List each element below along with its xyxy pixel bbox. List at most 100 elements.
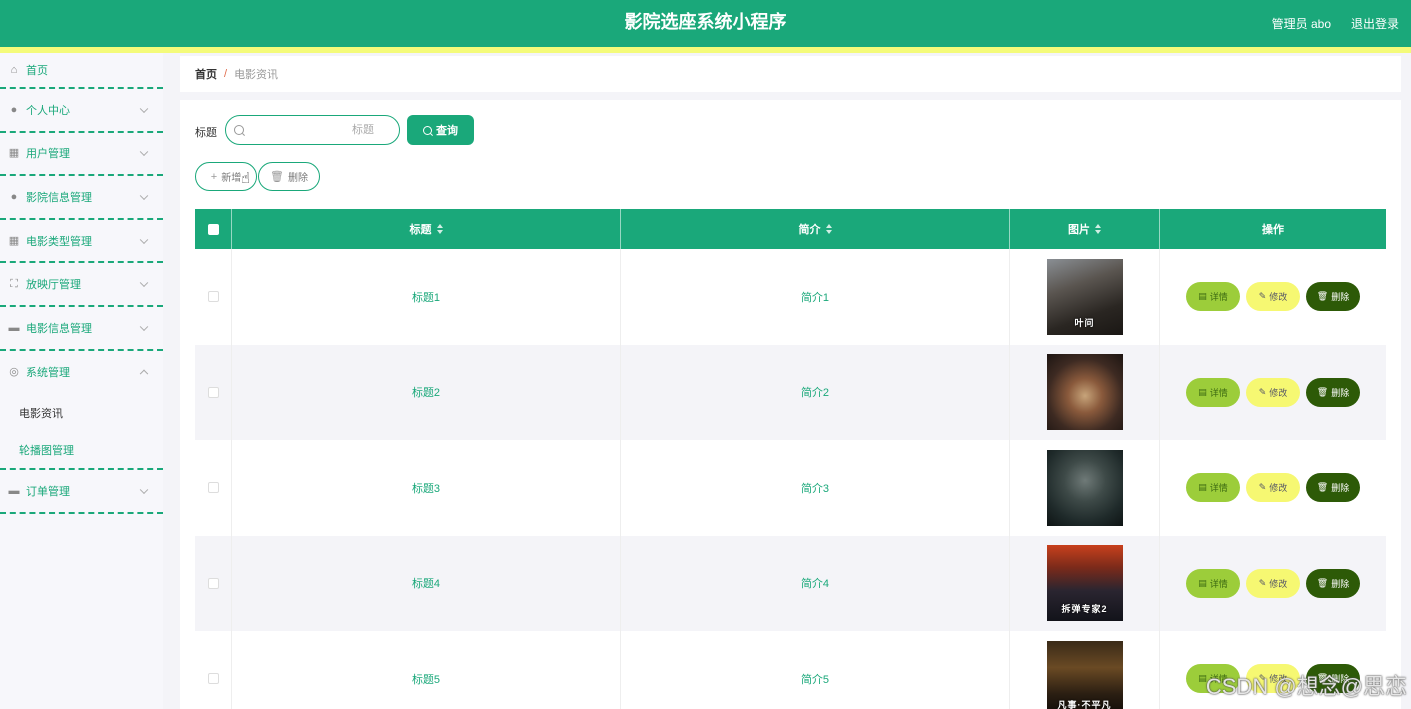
sidebar-item-home[interactable]: ⌂ 首页 xyxy=(0,53,163,89)
sort-icon xyxy=(1095,224,1101,234)
header-label: 图片 xyxy=(1068,224,1090,236)
row-delete-button-label: 删除 xyxy=(1331,387,1350,398)
title-cell: 标题1 xyxy=(232,249,621,345)
header-select-all xyxy=(195,209,232,249)
image-cell xyxy=(1010,440,1160,536)
row-checkbox[interactable] xyxy=(207,291,219,303)
edit-button[interactable]: ✎ 修改 xyxy=(1246,568,1300,598)
detail-button[interactable]: ▤ 详情 xyxy=(1186,282,1240,312)
doc-icon: ▤ xyxy=(1198,577,1207,588)
sidebar-item-profile[interactable]: ● 个人中心 xyxy=(0,89,163,133)
poster-text: 凡事·不平凡 xyxy=(1057,699,1112,709)
row-delete-button[interactable]: 🗑 删除 xyxy=(1306,282,1360,312)
sort-icon xyxy=(825,224,832,234)
doc-icon: ▤ xyxy=(1198,291,1207,302)
movie-poster-image: 叶问 xyxy=(1046,258,1123,335)
sidebar-item-orders[interactable]: ▬ 订单管理 xyxy=(0,470,163,514)
sidebar-item-label: 用户管理 xyxy=(26,148,70,161)
edit-button-label: 修改 xyxy=(1269,578,1288,589)
plus-icon: + xyxy=(210,170,218,183)
row-checkbox-cell xyxy=(195,440,232,536)
query-button[interactable]: 查询 xyxy=(407,115,474,145)
sidebar-item-users[interactable]: ▦ 用户管理 xyxy=(0,133,163,177)
edit-icon: ✎ xyxy=(1258,386,1267,397)
chevron-down-icon xyxy=(139,104,149,113)
chevron-down-icon xyxy=(139,278,149,288)
sidebar-item-genres[interactable]: ▦ 电影类型管理 xyxy=(0,220,163,264)
breadcrumb-current: 电影资讯 xyxy=(234,69,279,81)
row-delete-button[interactable]: 🗑 删除 xyxy=(1306,377,1360,407)
submenu-item-news[interactable]: 电影资讯 xyxy=(0,394,163,432)
sidebar-item-label: 订单管理 xyxy=(26,485,70,498)
detail-button[interactable]: ▤ 详情 xyxy=(1186,377,1240,407)
header-label: 标题 xyxy=(409,224,432,236)
movie-poster-image: 凡事·不平凡 xyxy=(1046,640,1123,709)
logout-link[interactable]: 退出登录 xyxy=(1351,15,1399,32)
row-delete-button-label: 删除 xyxy=(1331,292,1350,303)
user-icon: ● xyxy=(10,103,18,116)
sidebar-item-movies[interactable]: ▬ 电影信息管理 xyxy=(0,307,163,351)
row-delete-button-label: 删除 xyxy=(1331,578,1350,589)
header-intro[interactable]: 简介 xyxy=(621,209,1010,249)
search-input[interactable] xyxy=(248,120,394,140)
detail-button[interactable]: ▤ 详情 xyxy=(1186,473,1240,503)
row-checkbox-cell xyxy=(195,344,232,440)
doc-icon: ▤ xyxy=(1198,482,1207,493)
row-checkbox[interactable] xyxy=(207,482,219,494)
edit-button[interactable]: ✎ 修改 xyxy=(1246,282,1300,312)
search-icon xyxy=(423,125,432,135)
table-row: 标题4 简介4 拆弹专家2 ▤ 详情 ✎ 修改 🗑 删除 xyxy=(195,535,1386,632)
actions-cell: ▤ 详情 ✎ 修改 🗑 删除 xyxy=(1160,345,1386,441)
header-title[interactable]: 标题 xyxy=(232,209,621,249)
sidebar-item-label: 系统管理 xyxy=(26,367,70,380)
intro-cell: 简介5 xyxy=(621,631,1010,709)
sidebar: ⌂ 首页 ● 个人中心 ▦ 用户管理 ● 影院信息管理 ▦ 电影类型管理 ⛶ 放… xyxy=(0,53,163,709)
query-button-label: 查询 xyxy=(436,125,458,137)
search-field[interactable] xyxy=(225,115,400,145)
row-delete-button[interactable]: 🗑 删除 xyxy=(1306,473,1360,503)
edit-icon: ✎ xyxy=(1258,577,1267,588)
user-icon: ● xyxy=(10,190,18,203)
row-checkbox[interactable] xyxy=(207,386,219,398)
actions-cell: ▤ 详情 ✎ 修改 🗑 删除 xyxy=(1160,536,1386,632)
poster-text: 叶问 xyxy=(1074,317,1095,328)
main-panel: 标题 查询 + 新增 🗑 删除 ☝ 标题 简介 图片 xyxy=(180,100,1401,709)
header-image[interactable]: 图片 xyxy=(1010,209,1160,249)
detail-button-label: 详情 xyxy=(1209,578,1228,589)
frame-icon: ⛶ xyxy=(10,278,18,291)
submenu-item-label: 轮播图管理 xyxy=(19,445,74,458)
submenu-item-label: 电影资讯 xyxy=(19,408,63,421)
intro-cell: 简介1 xyxy=(621,249,1010,345)
sidebar-item-label: 电影类型管理 xyxy=(26,235,92,248)
row-checkbox[interactable] xyxy=(207,577,219,589)
title-cell: 标题3 xyxy=(232,440,621,536)
briefcase-icon: ▬ xyxy=(8,484,20,497)
sidebar-item-label: 影院信息管理 xyxy=(26,191,92,204)
sidebar-item-halls[interactable]: ⛶ 放映厅管理 xyxy=(0,263,163,307)
row-delete-button[interactable]: 🗑 删除 xyxy=(1306,568,1360,598)
chevron-down-icon xyxy=(139,147,149,157)
edit-button[interactable]: ✎ 修改 xyxy=(1246,377,1300,407)
breadcrumb-home[interactable]: 首页 xyxy=(195,66,217,82)
trash-icon: 🗑 xyxy=(1316,386,1329,397)
detail-button-label: 详情 xyxy=(1209,292,1228,303)
select-all-checkbox[interactable] xyxy=(207,223,219,235)
doc-icon: ▤ xyxy=(1198,386,1207,397)
detail-button[interactable]: ▤ 详情 xyxy=(1186,568,1240,598)
submenu-item-carousel[interactable]: 轮播图管理 xyxy=(0,432,163,471)
edit-button-label: 修改 xyxy=(1269,292,1288,303)
sidebar-item-label: 电影信息管理 xyxy=(26,322,92,335)
table-row: 标题1 简介1 叶问 ▤ 详情 ✎ 修改 🗑 删除 xyxy=(195,249,1386,345)
row-checkbox[interactable] xyxy=(207,673,219,685)
sidebar-item-cinemas[interactable]: ● 影院信息管理 xyxy=(0,176,163,220)
actions-cell: ▤ 详情 ✎ 修改 🗑 删除 xyxy=(1160,440,1386,536)
detail-button-label: 详情 xyxy=(1209,387,1228,398)
delete-button[interactable]: 🗑 删除 xyxy=(258,162,320,191)
breadcrumb-separator: / xyxy=(224,68,228,80)
edit-button[interactable]: ✎ 修改 xyxy=(1246,473,1300,503)
header-label: 操作 xyxy=(1262,224,1284,236)
chart-icon: ▦ xyxy=(8,147,20,160)
sidebar-item-system[interactable]: ◎ 系统管理 xyxy=(0,351,163,395)
sidebar-item-label: 个人中心 xyxy=(26,104,70,117)
edit-icon: ✎ xyxy=(1258,482,1267,493)
